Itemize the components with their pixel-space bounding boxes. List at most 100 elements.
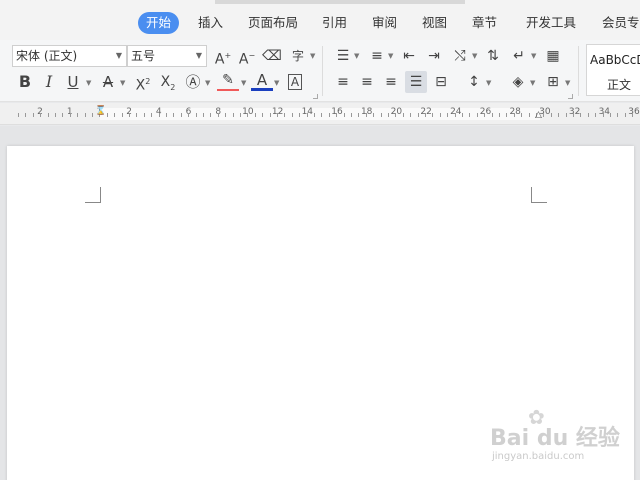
clear-format-icon[interactable]: ⌫ bbox=[261, 45, 283, 67]
font-dialog-launcher-icon[interactable] bbox=[313, 94, 318, 99]
ruler-tick bbox=[365, 113, 367, 117]
ruler-tick bbox=[550, 113, 552, 117]
text-effect-icon[interactable]: Ⓐ bbox=[182, 71, 204, 93]
ruler-tick bbox=[395, 113, 397, 117]
font-size-value: 五号 bbox=[131, 49, 156, 63]
font-name-select[interactable]: 宋体 (正文) ▼ bbox=[12, 45, 127, 67]
tab-review[interactable]: 审阅 bbox=[364, 12, 405, 34]
ruler-tick bbox=[469, 113, 471, 117]
ribbon-separator bbox=[322, 46, 323, 96]
tab-insert[interactable]: 插入 bbox=[190, 12, 231, 34]
ruler-tick bbox=[188, 113, 190, 117]
tab-chapter[interactable]: 章节 bbox=[464, 12, 505, 34]
ruler-tick bbox=[439, 113, 441, 117]
shading-icon[interactable]: ◈ bbox=[507, 71, 529, 93]
ruler-tick bbox=[291, 113, 293, 117]
ruler-tick bbox=[25, 113, 27, 117]
tab-developer-tools[interactable]: 开发工具 bbox=[518, 12, 584, 34]
align-center-icon[interactable]: ≡ bbox=[356, 71, 378, 93]
justify-icon[interactable]: ☰ bbox=[405, 71, 427, 93]
tab-view[interactable]: 视图 bbox=[414, 12, 455, 34]
ruler-tick bbox=[617, 113, 619, 117]
ruler-tick bbox=[402, 113, 404, 117]
ruler-tick bbox=[136, 113, 138, 117]
bold-icon[interactable]: B bbox=[14, 71, 36, 93]
ruler-tick bbox=[580, 113, 582, 117]
ruler-tick bbox=[373, 113, 375, 117]
ruler-tick bbox=[143, 113, 145, 117]
tab-home[interactable]: 开始 bbox=[138, 12, 180, 34]
sort-icon[interactable]: ⇅ bbox=[482, 45, 504, 67]
subscript-icon[interactable]: X2 bbox=[157, 71, 179, 93]
bullet-list-icon[interactable]: ☰ bbox=[332, 45, 354, 67]
ruler-tick bbox=[269, 113, 271, 117]
ruler-tick bbox=[454, 113, 456, 117]
align-left-icon[interactable]: ≡ bbox=[332, 71, 354, 93]
chevron-down-icon[interactable]: ▼ bbox=[120, 79, 125, 87]
ruler-tick bbox=[254, 113, 256, 117]
ruler-tick bbox=[632, 113, 634, 117]
italic-icon[interactable]: I bbox=[38, 71, 60, 93]
chevron-down-icon[interactable]: ▼ bbox=[310, 52, 315, 60]
numbered-list-icon[interactable]: ≡ bbox=[366, 45, 388, 67]
paragraph-dialog-launcher-icon[interactable] bbox=[568, 94, 573, 99]
line-spacing-icon[interactable]: ↕ bbox=[463, 71, 485, 93]
ruler-tick bbox=[543, 113, 545, 117]
first-line-indent-marker-icon[interactable]: ⌛ bbox=[95, 106, 106, 116]
ruler-number: 20 bbox=[390, 107, 403, 117]
ruler-tick bbox=[225, 113, 227, 117]
decrease-indent-icon[interactable]: ⇤ bbox=[398, 45, 420, 67]
chevron-down-icon[interactable]: ▼ bbox=[486, 79, 491, 87]
chevron-down-icon[interactable]: ▼ bbox=[86, 79, 91, 87]
margin-corner-mark bbox=[85, 187, 101, 203]
ruler-number: 28 bbox=[509, 107, 521, 117]
decrease-font-size-icon[interactable]: A− bbox=[236, 45, 258, 68]
chevron-down-icon[interactable]: ▼ bbox=[530, 79, 535, 87]
table-tools-icon[interactable]: ▦ bbox=[542, 45, 564, 67]
increase-indent-icon[interactable]: ⇥ bbox=[423, 45, 445, 67]
tab-member[interactable]: 会员专 bbox=[594, 12, 640, 34]
chevron-down-icon[interactable]: ▼ bbox=[472, 52, 477, 60]
ruler-tick bbox=[343, 113, 345, 117]
ruler-tick bbox=[602, 113, 604, 117]
strikethrough-icon[interactable]: A bbox=[97, 71, 119, 93]
horizontal-ruler[interactable]: 2 1 1 2 4 6 8 10 12 14 16 18 20 22 24 26 28 30 32 34 36 ⌛ △ bbox=[0, 103, 640, 125]
watermark-url: jingyan.baidu.com bbox=[492, 451, 585, 462]
margin-corner-mark bbox=[531, 187, 547, 203]
underline-icon[interactable]: U bbox=[62, 71, 84, 93]
ruler-tick bbox=[624, 113, 626, 117]
style-normal-preset[interactable]: AaBbCcD 正文 bbox=[586, 44, 640, 96]
phonetic-guide-icon[interactable]: 字 bbox=[287, 45, 309, 67]
font-size-select[interactable]: 五号 ▼ bbox=[127, 45, 207, 67]
chinese-layout-icon[interactable]: ⤭ bbox=[449, 45, 471, 67]
ribbon: 宋体 (正文) ▼ 五号 ▼ A+ A− ⌫ 字 ▼ B I U ▼ A ▼ X… bbox=[0, 40, 640, 102]
tab-references[interactable]: 引用 bbox=[314, 12, 355, 34]
ruler-tick bbox=[284, 113, 286, 117]
chevron-down-icon[interactable]: ▼ bbox=[354, 52, 359, 60]
chevron-down-icon[interactable]: ▼ bbox=[531, 52, 536, 60]
chevron-down-icon[interactable]: ▼ bbox=[388, 52, 393, 60]
ruler-number: 26 bbox=[479, 107, 492, 117]
chevron-down-icon[interactable]: ▼ bbox=[274, 79, 279, 87]
show-marks-icon[interactable]: ↵ bbox=[508, 45, 530, 67]
borders-icon[interactable]: ⊞ bbox=[542, 71, 564, 93]
chevron-down-icon[interactable]: ▼ bbox=[205, 79, 210, 87]
ruler-tick bbox=[358, 113, 360, 117]
distributed-align-icon[interactable]: ⊟ bbox=[430, 71, 452, 93]
ruler-tick bbox=[240, 113, 241, 117]
increase-font-size-icon[interactable]: A+ bbox=[212, 45, 234, 68]
character-border-icon[interactable]: A bbox=[284, 71, 306, 93]
align-right-icon[interactable]: ≡ bbox=[380, 71, 402, 93]
font-color-icon[interactable]: A bbox=[251, 71, 273, 91]
ruler-tick bbox=[106, 113, 108, 117]
ruler-tick bbox=[499, 113, 500, 117]
superscript-icon[interactable]: X2 bbox=[132, 71, 154, 94]
chevron-down-icon[interactable]: ▼ bbox=[565, 79, 570, 87]
ruler-tick bbox=[306, 113, 308, 117]
ruler-tick bbox=[328, 113, 330, 117]
chevron-down-icon[interactable]: ▼ bbox=[241, 79, 246, 87]
ruler-tick bbox=[447, 113, 449, 117]
tab-page-layout[interactable]: 页面布局 bbox=[240, 12, 306, 34]
right-indent-marker-icon[interactable]: △ bbox=[535, 110, 542, 120]
highlight-icon[interactable]: ✎ bbox=[217, 71, 239, 91]
